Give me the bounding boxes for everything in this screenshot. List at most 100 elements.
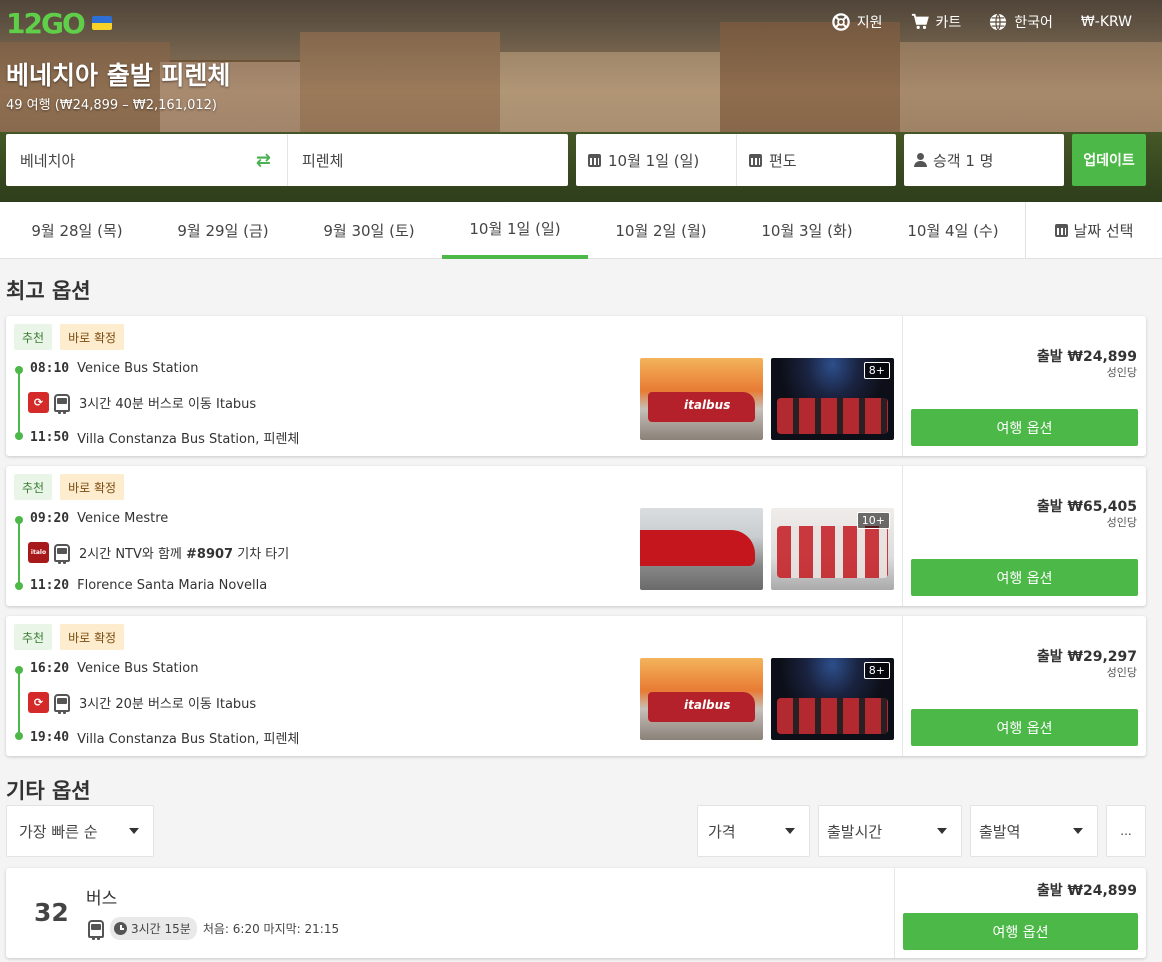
from-value: 베네치아 [20,151,76,170]
first-last-times: 처음: 6:20 마지막: 21:15 [202,922,340,936]
calendar-icon [1054,224,1068,237]
bus-icon [54,693,70,714]
trip-options-button[interactable]: 여행 옵션 [911,409,1138,446]
passenger-value: 승객 1 명 [933,151,994,170]
page-subtitle: 49 여행 (₩24,899 – ₩2,161,012) [6,98,217,113]
more-filters-button[interactable]: ... [1106,805,1146,857]
train-exterior-photo[interactable] [640,508,763,590]
logo[interactable]: 12GO [6,6,112,40]
other-options-title: 기타 옵션 [6,779,91,803]
from-field[interactable]: 베네치아 ⇄ [6,134,288,186]
nav-language-label: 한국어 [1014,15,1053,31]
trip-options-button[interactable]: 여행 옵션 [911,709,1138,746]
arrival-time: 11:20 [30,578,70,593]
to-field[interactable]: 피렌체 [288,150,568,171]
nav-language[interactable]: 한국어 [975,10,1067,34]
trip-card[interactable]: 추천 바로 확정 09:20 Venice Mestre italo 2시간 N… [6,466,1146,606]
lifebuoy-icon [831,13,850,31]
trip-price: 출발 ₩65,405 [1036,499,1137,515]
arrival-station: Villa Constanza Bus Station, 피렌체 [77,732,300,747]
nav-currency-label: ₩-KRW [1080,14,1132,30]
date-picker-label: 날짜 선택 [1073,222,1134,240]
duration-chip: 3시간 15분 [110,917,197,940]
date-tab[interactable]: 10월 4일 (수) [880,202,1026,259]
instant-confirm-badge: 바로 확정 [60,624,125,650]
caret-down-icon [785,828,795,834]
bus-interior-photo[interactable]: 8+ [771,658,894,740]
date-tab[interactable]: 10월 3일 (화) [734,202,880,259]
more-photos-count: 8+ [863,362,890,379]
itabus-logo-icon: ⟳ [28,692,49,713]
route-selector: 베네치아 ⇄ 피렌체 [6,134,568,186]
trip-description: 3시간 40분 버스로 이동 Itabus [79,397,257,412]
recommended-badge: 추천 [14,324,53,350]
desc-text: 2시간 NTV와 함께 [79,547,187,562]
update-button[interactable]: 업데이트 [1072,134,1146,186]
trip-card[interactable]: 추천 바로 확정 08:10 Venice Bus Station ⟳ 3시간 … [6,316,1146,456]
caret-down-icon [129,828,139,834]
user-icon [914,153,927,167]
transport-mode: 버스 [86,889,118,909]
trip-price: 출발 ₩24,899 [1036,883,1137,899]
trip-description: 3시간 20분 버스로 이동 Itabus [79,697,257,712]
bus-exterior-photo[interactable] [640,358,763,440]
bus-interior-photo[interactable]: 8+ [771,358,894,440]
calendar-icon [749,153,762,167]
to-value: 피렌체 [302,151,344,170]
swap-icon[interactable]: ⇄ [256,150,271,171]
nav-support[interactable]: 지원 [818,10,897,34]
sort-value: 가장 빠른 순 [19,822,98,841]
arrival-time: 11:50 [30,430,70,445]
date-picker-button[interactable]: 날짜 선택 [1025,202,1162,259]
date-selector: 10월 1일 (일) 편도 [576,134,896,186]
return-date-field[interactable]: 편도 [736,134,896,186]
nav-cart[interactable]: 카트 [897,10,976,34]
clock-icon [114,922,127,935]
departure-station: Venice Bus Station [77,361,199,376]
recommended-badge: 추천 [14,474,53,500]
bus-exterior-photo[interactable] [640,658,763,740]
departure-time: 08:10 [30,361,70,376]
sort-dropdown[interactable]: 가장 빠른 순 [6,805,154,857]
trip-options-button[interactable]: 여행 옵션 [903,913,1138,950]
arrival-time: 19:40 [30,730,70,745]
departure-station-filter[interactable]: 출발역 [970,805,1098,857]
departure-time-filter-label: 출발시간 [827,822,883,841]
trip-card[interactable]: 추천 바로 확정 16:20 Venice Bus Station ⟳ 3시간 … [6,616,1146,756]
caret-down-icon [1073,828,1083,834]
bus-icon [88,919,104,940]
train-icon [54,543,70,564]
date-tab[interactable]: 10월 2일 (월) [588,202,734,259]
nav-currency[interactable]: ₩-KRW [1067,10,1146,34]
date-tabs: 9월 28일 (목) 9월 29일 (금) 9월 30일 (토) 10월 1일 … [0,202,1162,259]
date-tab[interactable]: 9월 29일 (금) [150,202,296,259]
instant-confirm-badge: 바로 확정 [60,324,125,350]
top-nav: 지원 카트 한국어 ₩-KRW [818,10,1146,34]
departure-station: Venice Bus Station [77,661,199,676]
date-tab[interactable]: 9월 30일 (토) [296,202,442,259]
best-options-title: 최고 옵션 [6,279,91,303]
date-tab-active[interactable]: 10월 1일 (일) [442,202,588,259]
departure-date-field[interactable]: 10월 1일 (일) [576,134,736,186]
departure-time-filter[interactable]: 출발시간 [818,805,962,857]
trip-options-button[interactable]: 여행 옵션 [911,559,1138,596]
departure-station-filter-label: 출발역 [979,822,1021,841]
passenger-field[interactable]: 승객 1 명 [904,134,1064,186]
per-adult-label: 성인당 [1106,516,1137,529]
trip-price: 출발 ₩29,297 [1036,649,1137,665]
departure-time: 16:20 [30,661,70,676]
train-interior-photo[interactable]: 10+ [771,508,894,590]
timeline [14,516,24,590]
return-date-value: 편도 [769,151,797,170]
duration-value: 3시간 15분 [131,922,191,936]
price-filter[interactable]: 가격 [697,805,810,857]
more-photos-count: 8+ [863,662,890,679]
date-tab[interactable]: 9월 28일 (목) [4,202,150,259]
logo-text[interactable]: 12GO [6,7,86,40]
itabus-logo-icon: ⟳ [28,392,49,413]
cart-icon [911,13,929,30]
departure-station: Venice Mestre [77,511,169,526]
trip-group-card[interactable]: 32 버스 3시간 15분 처음: 6:20 마지막: 21:15 출발 ₩24… [6,868,1146,958]
globe-icon [990,13,1007,31]
per-adult-label: 성인당 [1106,366,1137,379]
